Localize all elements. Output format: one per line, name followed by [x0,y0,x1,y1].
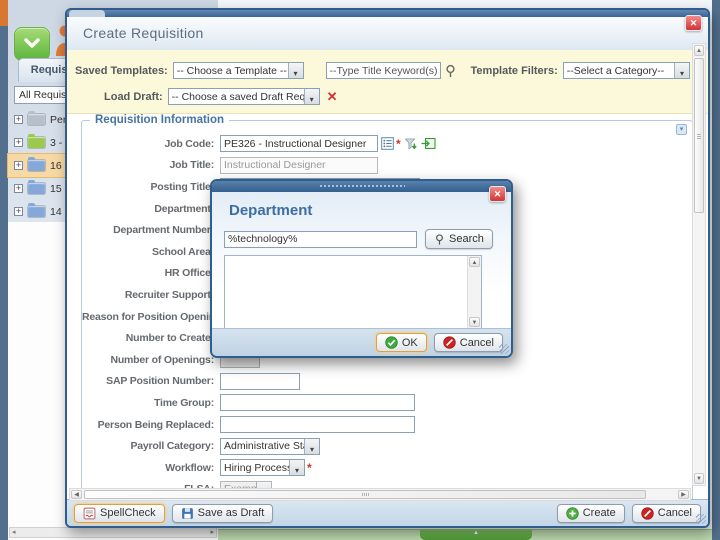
cancel-button[interactable]: Cancel [632,504,701,523]
chevron-down-icon [23,37,41,51]
save-icon [181,507,194,520]
person-being-replaced-input[interactable] [220,416,415,433]
save-as-draft-button[interactable]: Save as Draft [172,504,274,523]
form-row-time-group: Time Group: [82,392,692,414]
title-keyword-input[interactable] [326,62,441,79]
create-button[interactable]: Create [557,504,625,523]
department-search-row: Search [224,229,499,249]
department-dialog: Department Search ▲ ▼ OK [210,179,513,358]
drag-handle-icon[interactable] [319,184,405,188]
tree-expand-icon[interactable] [14,207,23,216]
close-icon[interactable] [489,186,506,202]
chevron-down-icon[interactable] [304,89,319,104]
chevron-down-icon[interactable] [289,460,304,475]
folder-icon [28,137,45,148]
job-code-input[interactable] [220,135,378,152]
cancel-slash-icon [641,507,654,520]
scroll-up-icon[interactable]: ▲ [469,257,480,267]
dialog-footer: OK Cancel [212,328,511,356]
window-top-border [67,10,708,17]
vertical-scroll-thumb[interactable] [694,58,704,213]
form-row-workflow: Workflow: Hiring Process * [82,457,692,479]
filter-funnel-icon[interactable] [404,137,418,151]
section-legend: Requisition Information [90,114,229,126]
create-plus-icon [566,507,579,520]
load-draft-label: Load Draft: [104,91,163,103]
left-edge-strip [0,0,8,540]
modal-footer: SpellCheck Save as Draft Create Cancel [67,499,708,526]
sidebar-horizontal-scrollbar[interactable]: ◂ ▸ [9,527,217,538]
page-title: Create Requisition [83,25,204,41]
workflow-select[interactable]: Hiring Process [220,459,305,476]
department-search-input[interactable] [224,231,417,248]
required-marker: * [307,461,312,475]
dialog-resize-grip[interactable] [499,344,509,354]
chevron-down-icon[interactable] [288,63,303,78]
lookup-list-icon[interactable] [381,137,394,150]
dialog-title-bar[interactable] [212,181,511,192]
cancel-slash-icon [443,336,456,349]
load-draft-select[interactable]: -- Choose a saved Draft Requisi [168,88,320,105]
cancel-button[interactable]: Cancel [434,333,503,352]
folder-icon [28,206,45,217]
time-group-input[interactable] [220,394,415,411]
scroll-left-icon[interactable]: ◂ [12,528,16,537]
search-icon [434,233,445,246]
delete-draft-icon[interactable] [327,89,338,105]
tree-expand-icon[interactable] [14,184,23,193]
department-search-button[interactable]: Search [425,229,493,249]
scroll-right-icon[interactable]: ▸ [210,528,214,537]
spellcheck-button[interactable]: SpellCheck [74,504,165,523]
download-requisitions-button[interactable] [14,27,50,61]
form-row-sap-position: SAP Position Number: [82,371,692,393]
saved-templates-select[interactable]: -- Choose a Template -- [173,62,304,79]
listbox-scrollbar[interactable]: ▲ ▼ [467,256,481,328]
template-filters-select[interactable]: --Select a Category-- [563,62,690,79]
tree-expand-icon[interactable] [14,138,23,147]
scroll-down-icon[interactable]: ▼ [469,317,480,327]
folder-icon [28,114,45,125]
chevron-down-icon[interactable] [674,63,689,78]
modal-vertical-scrollbar[interactable]: ▲ ▼ [692,43,706,486]
folder-icon [28,160,45,171]
form-row-person-replaced: Person Being Replaced: [82,414,692,436]
chevron-down-icon[interactable] [304,439,319,454]
template-toolbar: Saved Templates: -- Choose a Template --… [67,50,708,114]
window-tab-notch [69,10,105,17]
job-title-input [220,157,378,174]
saved-templates-label: Saved Templates: [75,65,168,77]
required-marker: * [396,137,401,151]
spellcheck-icon [83,507,96,520]
scroll-up-icon[interactable]: ▲ [694,45,704,56]
form-row-job-title: Job Title: [82,155,692,177]
modal-horizontal-scrollbar[interactable]: ◀ ▶ [69,488,691,501]
expand-panel-tab[interactable] [420,529,532,540]
form-row-payroll-category: Payroll Category: Administrative Staff [82,435,692,457]
collapse-section-icon[interactable] [676,124,687,135]
dialog-title: Department [229,202,312,219]
form-row-job-code: Job Code: * [82,133,692,155]
window-resize-grip[interactable] [696,514,706,524]
screen: Requisiti All Requis Perso 3 - H 16 - [0,0,720,540]
payroll-category-select[interactable]: Administrative Staff [220,438,320,455]
scroll-left-icon[interactable]: ◀ [71,490,82,499]
department-results-listbox[interactable]: ▲ ▼ [224,255,482,329]
folder-icon [28,183,45,194]
template-filters-label: Template Filters: [471,65,558,77]
horizontal-scroll-thumb[interactable] [84,490,646,499]
scroll-down-icon[interactable]: ▼ [694,473,704,484]
tree-expand-icon[interactable] [14,115,23,124]
close-icon[interactable] [685,15,702,31]
sap-position-number-input[interactable] [220,373,300,390]
ok-check-icon [385,336,398,349]
left-edge-accent [0,0,8,26]
ok-button[interactable]: OK [376,333,427,352]
tree-expand-icon[interactable] [14,161,23,170]
scroll-right-icon[interactable]: ▶ [678,490,689,499]
copy-job-data-icon[interactable] [421,137,436,150]
search-icon[interactable] [444,64,457,78]
right-edge-strip [712,0,720,540]
